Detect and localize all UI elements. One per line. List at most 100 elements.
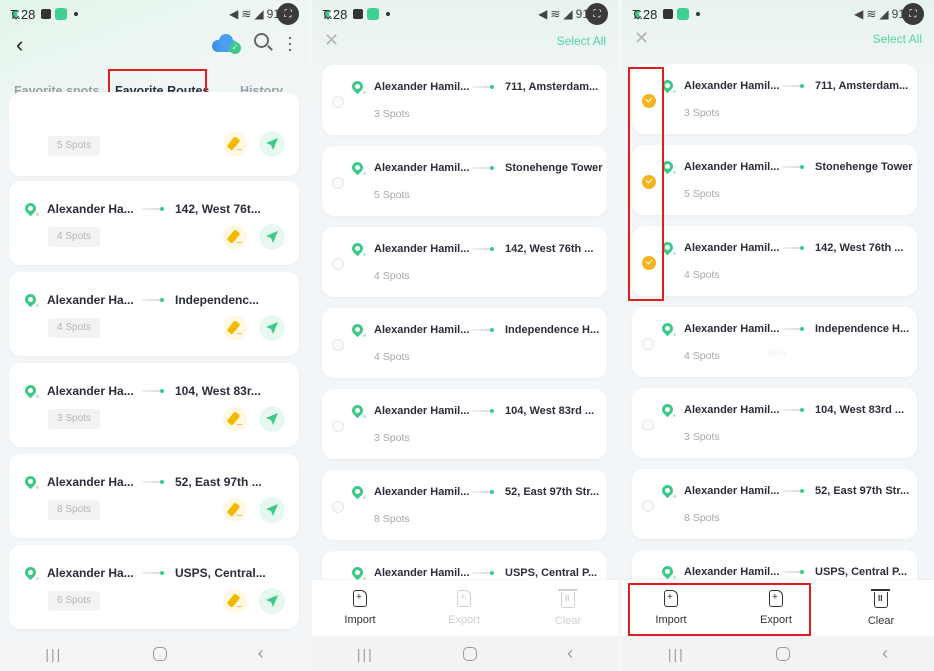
clear-button[interactable]: Clear xyxy=(851,589,911,627)
recent-apps-icon[interactable]: ||| xyxy=(668,646,685,662)
clear-button[interactable]: Clear xyxy=(538,589,598,627)
route-connector-line xyxy=(782,490,800,492)
start-route-button[interactable] xyxy=(259,224,285,250)
route-end-dot xyxy=(160,207,164,211)
route-end-dot xyxy=(800,408,804,412)
selectable-route-card[interactable]: Alexander Hamil... Independence H... 4 Spo… xyxy=(322,308,607,378)
home-icon[interactable] xyxy=(152,646,167,661)
selectable-route-card[interactable]: Alexander Hamil... Stonehenge Tower 5 Spot… xyxy=(322,146,607,216)
route-card[interactable]: 5 Spots xyxy=(9,92,299,176)
pin-shadow-icon xyxy=(363,334,366,337)
checkbox-unchecked[interactable] xyxy=(642,419,654,431)
checkbox-unchecked[interactable] xyxy=(332,177,344,189)
import-button[interactable]: Import xyxy=(330,590,390,626)
selectable-route-card[interactable]: Alexander Hamil... Stonehenge Tower 5 Spot… xyxy=(632,145,917,215)
checkbox-unchecked[interactable] xyxy=(332,501,344,513)
pencil-underline xyxy=(237,606,242,607)
route-start-name: Alexander Ha... xyxy=(47,384,134,398)
back-arrow-icon[interactable]: ‹ xyxy=(16,32,23,58)
spots-count-badge: 4 Spots xyxy=(48,318,100,338)
route-end-dot xyxy=(800,84,804,88)
screen-capture-icon[interactable]: ⛶ xyxy=(586,3,608,25)
start-route-button[interactable] xyxy=(259,497,285,523)
route-connector-line xyxy=(782,166,800,168)
mute-icon: ◀︎ xyxy=(854,7,864,21)
spots-count-badge: 3 Spots xyxy=(48,409,100,429)
send-arrow-icon xyxy=(266,413,278,425)
checkbox-unchecked[interactable] xyxy=(332,258,344,270)
trash-icon xyxy=(558,589,577,608)
selectable-route-card[interactable]: Alexander Hamil... 711, Amsterdam... 3 Spo… xyxy=(632,64,917,134)
screen-capture-icon[interactable]: ⛶ xyxy=(902,3,924,25)
selectable-route-card[interactable]: Alexander Hamil... 142, West 76th ... 4 Sp… xyxy=(322,227,607,297)
checkbox-unchecked[interactable] xyxy=(332,339,344,351)
select-all-button[interactable]: Select All xyxy=(873,32,922,46)
checkbox-unchecked[interactable] xyxy=(642,500,654,512)
more-notifications-icon xyxy=(696,12,701,16)
close-icon[interactable]: ✕ xyxy=(634,28,649,49)
nav-back-icon[interactable]: ‹ xyxy=(882,643,888,664)
home-icon[interactable] xyxy=(463,646,478,661)
more-vertical-icon[interactable]: · · · xyxy=(287,28,293,58)
export-button[interactable]: Export xyxy=(434,590,494,626)
route-card[interactable]: Alexander Ha... Independenc... 4 Spots xyxy=(9,272,299,356)
close-icon[interactable]: ✕ xyxy=(324,30,339,51)
selectable-route-card[interactable]: Alexander Hamil... 104, West 83rd ... 3 Sp… xyxy=(632,388,917,458)
nav-back-icon[interactable]: ‹ xyxy=(258,643,264,664)
route-connector-line xyxy=(782,328,800,330)
spots-count-badge: 8 Spots xyxy=(48,500,100,520)
selectable-route-card[interactable]: Alexander Hamil... Independence H... 4 Spo… xyxy=(632,307,917,377)
selectable-route-card[interactable]: Alexander Hamil... 104, West 83rd ... 3 Sp… xyxy=(322,389,607,459)
route-end-name: 104, West 83rd ... xyxy=(505,405,595,417)
start-route-button[interactable] xyxy=(259,131,285,157)
select-all-button[interactable]: Select All xyxy=(557,34,606,48)
selectable-route-card[interactable]: Alexander Hamil... 52, East 97th Str... 8 … xyxy=(632,469,917,539)
cloud-sync-icon[interactable]: ✓ xyxy=(212,34,241,54)
nav-back-icon[interactable]: ‹ xyxy=(567,643,573,664)
route-end-dot xyxy=(160,480,164,484)
route-end-name: Independence H... xyxy=(505,324,600,336)
start-route-button[interactable] xyxy=(259,406,285,432)
pin-shadow-icon xyxy=(673,414,676,417)
route-end-dot xyxy=(800,165,804,169)
route-card[interactable]: Alexander Ha... USPS, Central... 6 Spots xyxy=(9,545,299,629)
home-icon[interactable] xyxy=(776,646,791,661)
route-end-name: USPS, Central... xyxy=(175,566,266,580)
route-end-name: Independenc... xyxy=(175,293,260,307)
checkbox-unchecked[interactable] xyxy=(642,338,654,350)
route-card[interactable]: Alexander Ha... 142, West 76t... 4 Spots xyxy=(9,181,299,265)
route-connector-line xyxy=(472,410,490,412)
selectable-route-card[interactable]: Alexander Hamil... 711, Amsterdam... 3 Spo… xyxy=(322,65,607,135)
route-start-name: Alexander Hamil... xyxy=(374,405,470,417)
start-route-button[interactable] xyxy=(259,315,285,341)
spots-count: 4 Spots xyxy=(374,351,410,363)
selectable-route-card[interactable]: Alexander Hamil... 142, West 76th ... 4 Sp… xyxy=(632,226,917,296)
wifi-icon: ≋ xyxy=(550,7,561,21)
edit-route-button[interactable] xyxy=(223,225,247,249)
route-start-name: Alexander Hamil... xyxy=(684,161,780,173)
route-end-name: Stonehenge Tower xyxy=(815,161,913,173)
edit-route-button[interactable] xyxy=(223,498,247,522)
edit-route-button[interactable] xyxy=(223,407,247,431)
app-notification-icon xyxy=(367,8,380,20)
route-connector-line xyxy=(142,572,160,574)
checkbox-unchecked[interactable] xyxy=(332,420,344,432)
spots-count: 4 Spots xyxy=(684,350,720,362)
route-card[interactable]: Alexander Ha... 52, East 97th ... 8 Spots xyxy=(9,454,299,538)
pin-shadow-icon xyxy=(673,252,676,255)
recent-apps-icon[interactable]: ||| xyxy=(357,646,374,662)
route-card[interactable]: Alexander Ha... 104, West 83r... 3 Spots xyxy=(9,363,299,447)
route-end-name: 711, Amsterdam... xyxy=(505,81,599,93)
mute-icon: ◀︎ xyxy=(229,7,239,21)
checkbox-unchecked[interactable] xyxy=(332,96,344,108)
selectable-route-card[interactable]: Alexander Hamil... 52, East 97th Str... 8 … xyxy=(322,470,607,540)
trash-icon xyxy=(871,589,890,608)
screen-capture-icon[interactable]: ⛶ xyxy=(277,3,299,25)
start-route-button[interactable] xyxy=(259,588,285,614)
recent-apps-icon[interactable]: ||| xyxy=(45,646,62,662)
edit-route-button[interactable] xyxy=(223,132,247,156)
search-icon[interactable] xyxy=(254,33,269,48)
route-start-name: Alexander Hamil... xyxy=(684,404,780,416)
edit-route-button[interactable] xyxy=(223,316,247,340)
edit-route-button[interactable] xyxy=(223,589,247,613)
